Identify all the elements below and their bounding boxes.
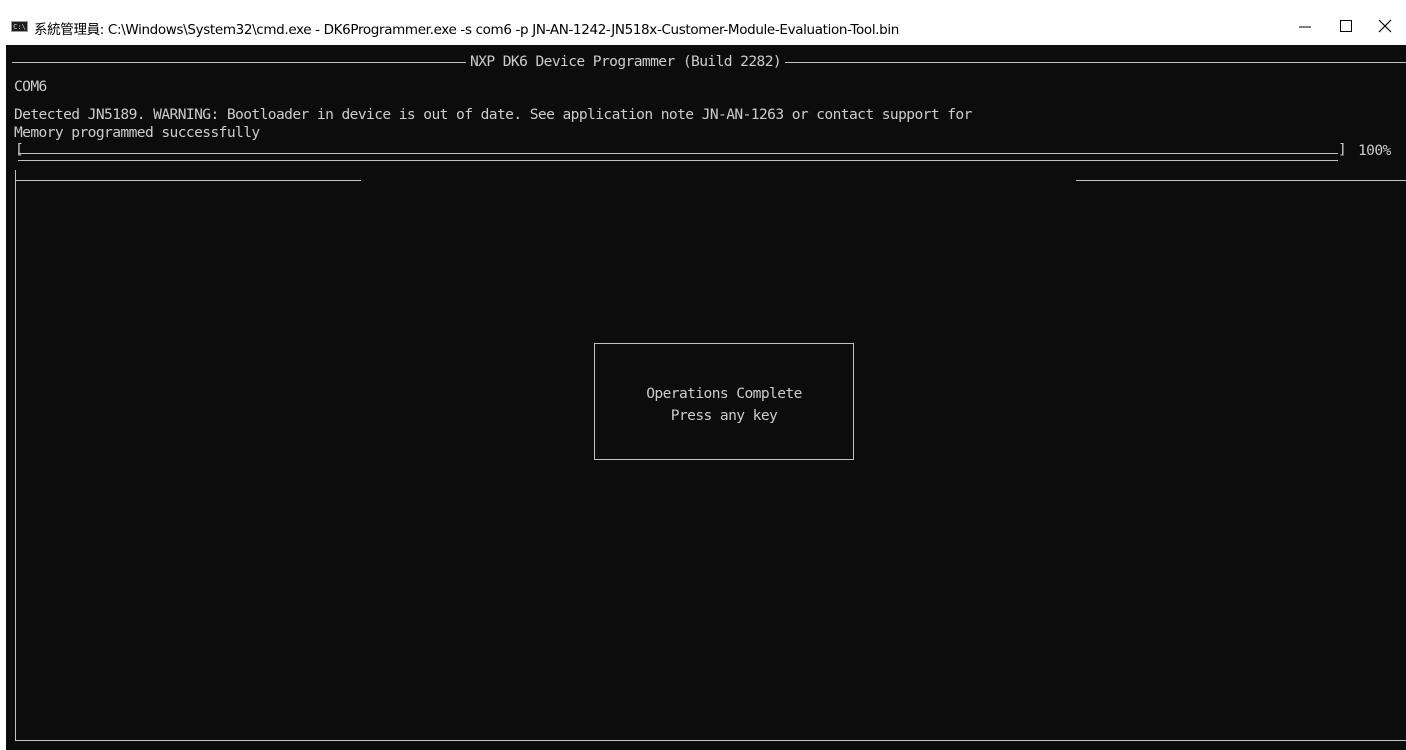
frame-left-rule (15, 170, 16, 740)
progress-close-bracket: ] (1338, 141, 1347, 158)
progress-bar (18, 153, 1338, 161)
operations-complete-dialog[interactable]: Operations Complete Press any key (594, 343, 854, 460)
banner-title: NXP DK6 Device Programmer (Build 2282) (466, 53, 786, 71)
console-line-status: Memory programmed successfully (14, 124, 260, 141)
frame-top-left-rule (16, 180, 361, 181)
dialog-prompt: Press any key (670, 407, 778, 424)
frame-top-right-rule (1076, 180, 1406, 181)
window-titlebar[interactable]: C:\ 系統管理員: C:\Windows\System32\cmd.exe -… (0, 0, 1406, 45)
minimize-button[interactable] (1290, 15, 1320, 37)
close-icon (1378, 19, 1392, 33)
console-area[interactable]: NXP DK6 Device Programmer (Build 2282) C… (6, 45, 1406, 750)
window-title: 系統管理員: C:\Windows\System32\cmd.exe - DK6… (34, 22, 900, 38)
dialog-message: Operations Complete (646, 385, 802, 402)
maximize-icon (1340, 20, 1352, 32)
minimize-icon (1299, 26, 1311, 28)
maximize-button[interactable] (1331, 15, 1361, 37)
console-line-warning: Detected JN5189. WARNING: Bootloader in … (14, 106, 972, 123)
close-button[interactable] (1370, 15, 1400, 37)
cmd-app-icon[interactable]: C:\ (11, 21, 28, 32)
progress-percent: 100% (1358, 142, 1391, 159)
console-line-port: COM6 (14, 78, 47, 95)
frame-bottom-rule (15, 740, 1406, 741)
